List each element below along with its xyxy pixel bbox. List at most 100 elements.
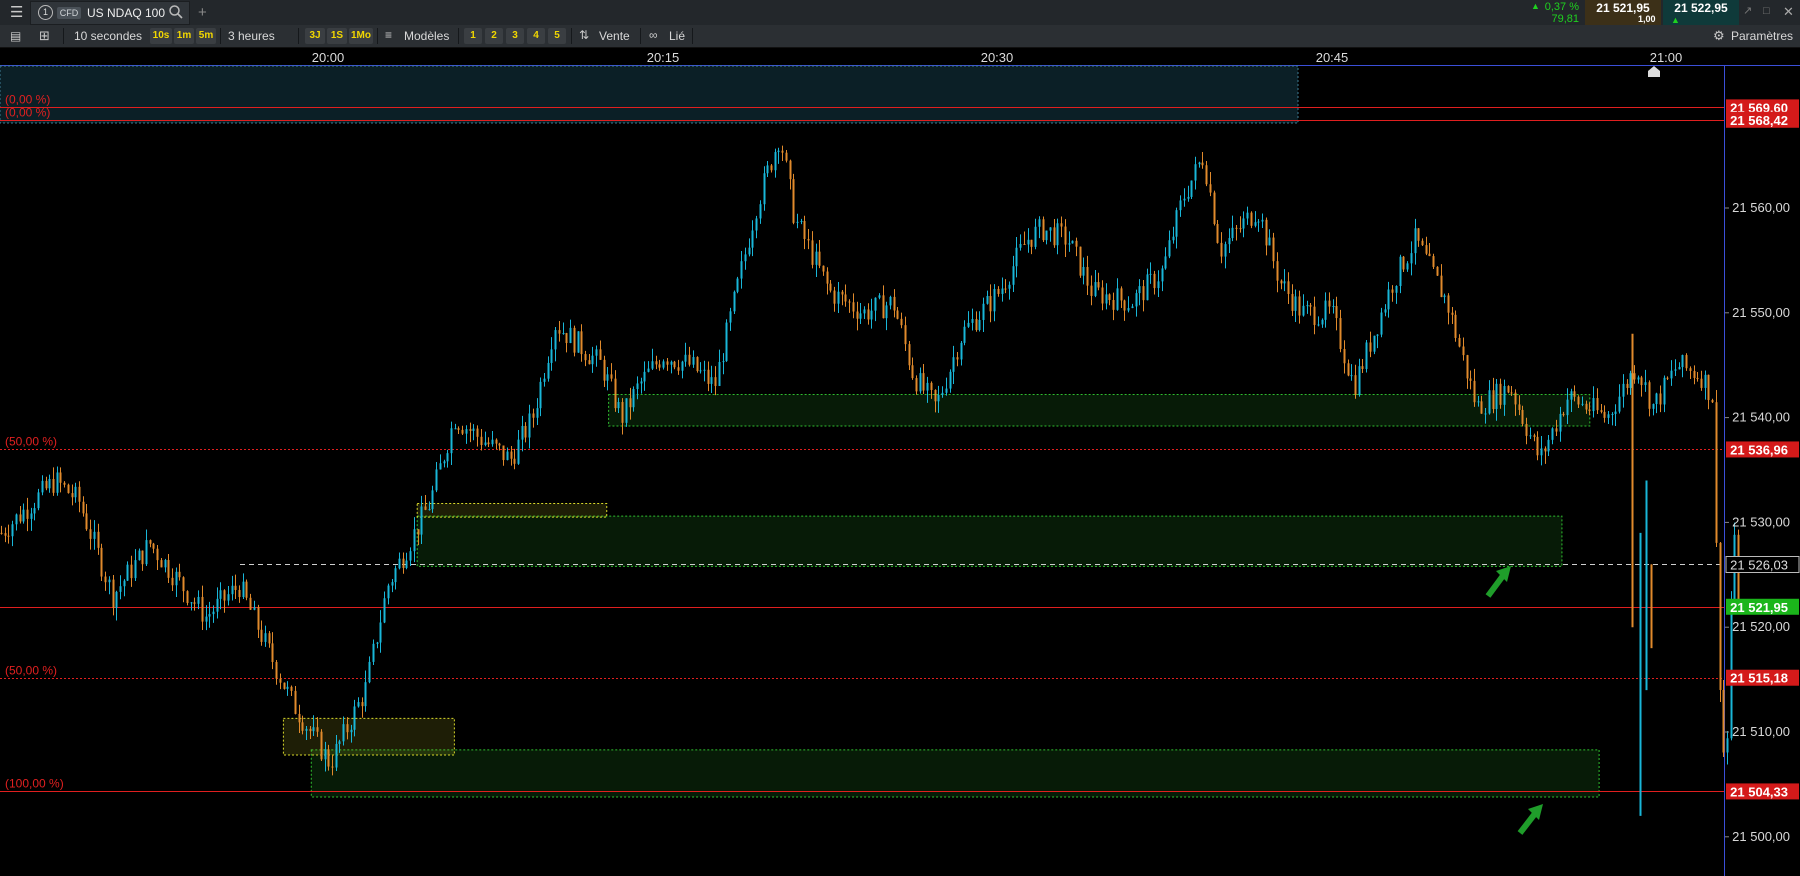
candle-down xyxy=(803,220,806,240)
candle-up xyxy=(435,469,438,491)
candle-down xyxy=(1473,380,1476,403)
candle-down xyxy=(770,165,773,171)
candle-down xyxy=(1536,436,1539,456)
candle-down xyxy=(997,288,1000,294)
candle-up xyxy=(1395,286,1398,293)
imbalance-zone[interactable] xyxy=(416,503,608,518)
candle-down xyxy=(1291,293,1294,311)
candle-down xyxy=(1518,404,1521,410)
level-price-label: 21 515,18 xyxy=(1730,671,1788,686)
candle-up xyxy=(647,368,650,372)
candle-down xyxy=(1053,227,1056,246)
candle-down xyxy=(130,564,133,579)
candle-down xyxy=(1451,312,1454,315)
candle-up xyxy=(472,428,475,431)
demand-zone[interactable] xyxy=(608,394,1591,427)
candle-down xyxy=(171,577,174,586)
candle-down xyxy=(599,349,602,360)
candle-up xyxy=(744,254,747,262)
candle-up xyxy=(729,311,732,323)
candle-up xyxy=(1321,319,1324,325)
candle-down xyxy=(223,590,226,601)
candle-down xyxy=(201,596,204,622)
candle-up xyxy=(554,330,557,350)
candle-down xyxy=(818,251,821,266)
candle-down xyxy=(67,484,70,494)
candle-down xyxy=(614,378,617,409)
candle-down xyxy=(1153,273,1156,289)
candle-down xyxy=(1402,256,1405,270)
candle-down xyxy=(298,713,301,723)
candle-down xyxy=(1544,448,1547,452)
demand-zone[interactable] xyxy=(310,749,1600,798)
candle-down xyxy=(588,360,591,365)
candle-up xyxy=(1324,300,1327,320)
candle-down xyxy=(71,493,74,498)
candle-down xyxy=(811,240,814,265)
candle-down xyxy=(1715,402,1718,543)
candle-down xyxy=(461,429,464,434)
candle-down xyxy=(498,443,501,446)
candle-up xyxy=(350,729,353,733)
candle-down xyxy=(52,478,55,493)
candle-up xyxy=(264,633,267,642)
candle-down xyxy=(930,382,933,390)
candle-up xyxy=(1261,219,1264,222)
candle-down xyxy=(1276,261,1279,281)
candle-down xyxy=(882,295,885,319)
candle-up xyxy=(684,354,687,362)
candle-up xyxy=(670,361,673,365)
candle-down xyxy=(789,160,792,180)
candle-down xyxy=(82,501,85,514)
candle-up xyxy=(409,551,412,561)
candle-down xyxy=(63,482,66,485)
candle-down xyxy=(1696,377,1699,379)
candle-down xyxy=(260,629,263,642)
candle-down xyxy=(1466,355,1469,379)
candle-up xyxy=(1138,286,1141,294)
candle-up xyxy=(1566,399,1569,416)
candle-down xyxy=(100,547,103,577)
candle-up xyxy=(30,513,33,519)
candle-up xyxy=(212,611,215,615)
candle-up xyxy=(491,439,494,445)
candle-up xyxy=(632,389,635,408)
demand-zone[interactable] xyxy=(416,515,1563,567)
candle-up xyxy=(1190,180,1193,197)
candle-down xyxy=(829,283,832,291)
candle-down xyxy=(1603,411,1606,418)
imbalance-zone[interactable] xyxy=(282,717,455,756)
candle-up xyxy=(22,509,25,522)
candle-down xyxy=(915,378,918,392)
candle-down xyxy=(1123,300,1126,311)
candle-up xyxy=(324,749,327,760)
candle-down xyxy=(1499,383,1502,405)
candle-up xyxy=(1135,293,1138,307)
candle-up xyxy=(197,596,200,604)
candle-up xyxy=(945,388,948,393)
candle-down xyxy=(346,724,349,733)
candle-up xyxy=(993,288,996,312)
candle-down xyxy=(1533,435,1536,437)
candle-down xyxy=(257,607,260,630)
level-percent-label: (0,00 %) xyxy=(5,106,50,120)
candle-up xyxy=(1157,281,1160,289)
candle-up xyxy=(967,322,970,327)
candle-up xyxy=(1529,435,1532,437)
candle-down xyxy=(1101,287,1104,304)
candle-up xyxy=(699,370,702,372)
candle-up xyxy=(1224,244,1227,257)
candle-up xyxy=(1019,243,1022,248)
candle-down xyxy=(565,333,568,344)
candle-up xyxy=(595,349,598,356)
candle-up xyxy=(710,377,713,384)
candle-down xyxy=(156,548,159,561)
candle-down xyxy=(524,425,527,438)
price-chart[interactable]: (0,00 %)(0,00 %) (50,00 %) (50,00 %) (100,0… xyxy=(0,0,1800,876)
candle-up xyxy=(1484,413,1487,415)
candle-up xyxy=(1681,355,1684,368)
candle-down xyxy=(1108,294,1111,301)
candle-down xyxy=(480,436,483,446)
y-tick-label: 21 500,00 xyxy=(1732,829,1790,844)
candle-down xyxy=(1417,228,1420,241)
